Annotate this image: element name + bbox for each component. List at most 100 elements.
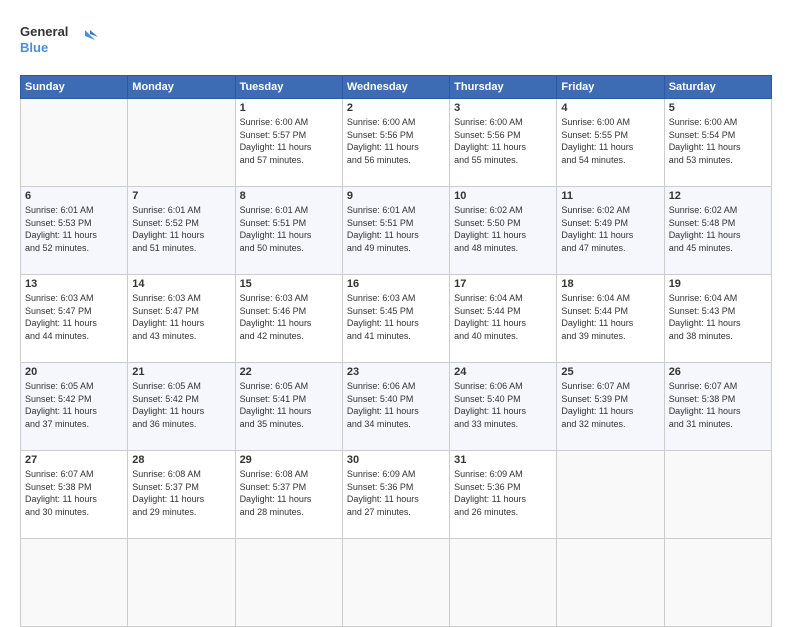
day-info: Sunrise: 6:02 AMSunset: 5:49 PMDaylight:… [561,204,659,254]
calendar-row [21,539,772,627]
calendar-cell: 9Sunrise: 6:01 AMSunset: 5:51 PMDaylight… [342,187,449,275]
weekday-header-friday: Friday [557,76,664,99]
weekday-header-monday: Monday [128,76,235,99]
day-number: 30 [347,454,445,466]
calendar-cell [664,451,771,539]
day-info: Sunrise: 6:07 AMSunset: 5:38 PMDaylight:… [669,380,767,430]
day-info: Sunrise: 6:07 AMSunset: 5:39 PMDaylight:… [561,380,659,430]
day-number: 11 [561,190,659,202]
day-info: Sunrise: 6:07 AMSunset: 5:38 PMDaylight:… [25,468,123,518]
weekday-header-sunday: Sunday [21,76,128,99]
calendar-cell [664,539,771,627]
calendar-cell: 30 Sunrise: 6:09 AMSunset: 5:36 PMDayligh… [342,451,449,539]
calendar-cell: 14 Sunrise: 6:03 AMSunset: 5:47 PMDayligh… [128,275,235,363]
calendar-cell: 10Sunrise: 6:02 AMSunset: 5:50 PMDayligh… [450,187,557,275]
calendar-cell: 5 Sunrise: 6:00 AMSunset: 5:54 PMDaylight… [664,99,771,187]
calendar-cell [21,539,128,627]
logo: General Blue [20,20,100,65]
calendar-cell: 12Sunrise: 6:02 AMSunset: 5:48 PMDayligh… [664,187,771,275]
logo-svg: General Blue [20,20,100,65]
day-info: Sunrise: 6:04 AMSunset: 5:44 PMDaylight:… [454,292,552,342]
weekday-header-row: SundayMondayTuesdayWednesdayThursdayFrid… [21,76,772,99]
day-number: 6 [25,190,123,202]
day-number: 2 [347,102,445,114]
day-number: 17 [454,278,552,290]
day-info: Sunrise: 6:08 AMSunset: 5:37 PMDaylight:… [240,468,338,518]
calendar-cell [557,539,664,627]
calendar-cell: 16 Sunrise: 6:03 AMSunset: 5:45 PMDayligh… [342,275,449,363]
calendar-row: 1Sunrise: 6:00 AMSunset: 5:57 PMDaylight… [21,99,772,187]
day-info: Sunrise: 6:01 AMSunset: 5:51 PMDaylight:… [240,204,338,254]
day-info: Sunrise: 6:05 AMSunset: 5:41 PMDaylight:… [240,380,338,430]
day-number: 3 [454,102,552,114]
day-info: Sunrise: 6:01 AMSunset: 5:52 PMDaylight:… [132,204,230,254]
day-number: 23 [347,366,445,378]
day-info: Sunrise: 6:05 AMSunset: 5:42 PMDaylight:… [132,380,230,430]
calendar-cell: 27Sunrise: 6:07 AMSunset: 5:38 PMDayligh… [21,451,128,539]
day-number: 9 [347,190,445,202]
day-number: 28 [132,454,230,466]
day-info: Sunrise: 6:08 AMSunset: 5:37 PMDaylight:… [132,468,230,518]
day-number: 22 [240,366,338,378]
calendar-cell: 29 Sunrise: 6:08 AMSunset: 5:37 PMDayligh… [235,451,342,539]
day-info: Sunrise: 6:00 AMSunset: 5:56 PMDaylight:… [347,116,445,166]
calendar-cell: 31Sunrise: 6:09 AMSunset: 5:36 PMDayligh… [450,451,557,539]
day-number: 13 [25,278,123,290]
day-number: 7 [132,190,230,202]
day-number: 24 [454,366,552,378]
calendar-cell [450,539,557,627]
svg-text:Blue: Blue [20,40,48,55]
calendar-cell: 3 Sunrise: 6:00 AMSunset: 5:56 PMDaylight… [450,99,557,187]
weekday-header-tuesday: Tuesday [235,76,342,99]
calendar-row: 27Sunrise: 6:07 AMSunset: 5:38 PMDayligh… [21,451,772,539]
day-info: Sunrise: 6:01 AMSunset: 5:53 PMDaylight:… [25,204,123,254]
day-number: 8 [240,190,338,202]
calendar-cell: 18 Sunrise: 6:04 AMSunset: 5:44 PMDayligh… [557,275,664,363]
calendar-cell [21,99,128,187]
day-number: 10 [454,190,552,202]
day-info: Sunrise: 6:06 AMSunset: 5:40 PMDaylight:… [347,380,445,430]
calendar-cell [235,539,342,627]
calendar-cell: 17 Sunrise: 6:04 AMSunset: 5:44 PMDayligh… [450,275,557,363]
calendar-row: 13 Sunrise: 6:03 AMSunset: 5:47 PMDayligh… [21,275,772,363]
calendar-cell [128,99,235,187]
header: General Blue [20,20,772,65]
day-info: Sunrise: 6:09 AMSunset: 5:36 PMDaylight:… [347,468,445,518]
calendar-cell: 24 Sunrise: 6:06 AMSunset: 5:40 PMDayligh… [450,363,557,451]
calendar-cell: 6 Sunrise: 6:01 AMSunset: 5:53 PMDaylight… [21,187,128,275]
weekday-header-thursday: Thursday [450,76,557,99]
calendar-cell: 19 Sunrise: 6:04 AMSunset: 5:43 PMDayligh… [664,275,771,363]
day-info: Sunrise: 6:02 AMSunset: 5:48 PMDaylight:… [669,204,767,254]
day-info: Sunrise: 6:09 AMSunset: 5:36 PMDaylight:… [454,468,552,518]
day-number: 5 [669,102,767,114]
day-number: 14 [132,278,230,290]
day-number: 18 [561,278,659,290]
day-info: Sunrise: 6:04 AMSunset: 5:44 PMDaylight:… [561,292,659,342]
day-number: 29 [240,454,338,466]
day-info: Sunrise: 6:00 AMSunset: 5:57 PMDaylight:… [240,116,338,166]
calendar-cell: 4Sunrise: 6:00 AMSunset: 5:55 PMDaylight… [557,99,664,187]
calendar-cell [342,539,449,627]
day-number: 21 [132,366,230,378]
calendar-cell: 13Sunrise: 6:03 AMSunset: 5:47 PMDayligh… [21,275,128,363]
calendar-row: 6 Sunrise: 6:01 AMSunset: 5:53 PMDaylight… [21,187,772,275]
calendar-cell: 1Sunrise: 6:00 AMSunset: 5:57 PMDaylight… [235,99,342,187]
day-number: 26 [669,366,767,378]
day-number: 19 [669,278,767,290]
day-number: 25 [561,366,659,378]
calendar-cell: 2 Sunrise: 6:00 AMSunset: 5:56 PMDaylight… [342,99,449,187]
day-info: Sunrise: 6:04 AMSunset: 5:43 PMDaylight:… [669,292,767,342]
day-info: Sunrise: 6:00 AMSunset: 5:55 PMDaylight:… [561,116,659,166]
day-info: Sunrise: 6:00 AMSunset: 5:56 PMDaylight:… [454,116,552,166]
calendar-cell: 15Sunrise: 6:03 AMSunset: 5:46 PMDayligh… [235,275,342,363]
calendar-cell: 21 Sunrise: 6:05 AMSunset: 5:42 PMDayligh… [128,363,235,451]
calendar-cell: 23 Sunrise: 6:06 AMSunset: 5:40 PMDayligh… [342,363,449,451]
page: General Blue SundayMondayTuesdayWednesda… [0,0,792,612]
weekday-header-wednesday: Wednesday [342,76,449,99]
day-info: Sunrise: 6:03 AMSunset: 5:45 PMDaylight:… [347,292,445,342]
day-number: 16 [347,278,445,290]
day-number: 20 [25,366,123,378]
day-info: Sunrise: 6:00 AMSunset: 5:54 PMDaylight:… [669,116,767,166]
day-info: Sunrise: 6:06 AMSunset: 5:40 PMDaylight:… [454,380,552,430]
day-info: Sunrise: 6:03 AMSunset: 5:47 PMDaylight:… [132,292,230,342]
